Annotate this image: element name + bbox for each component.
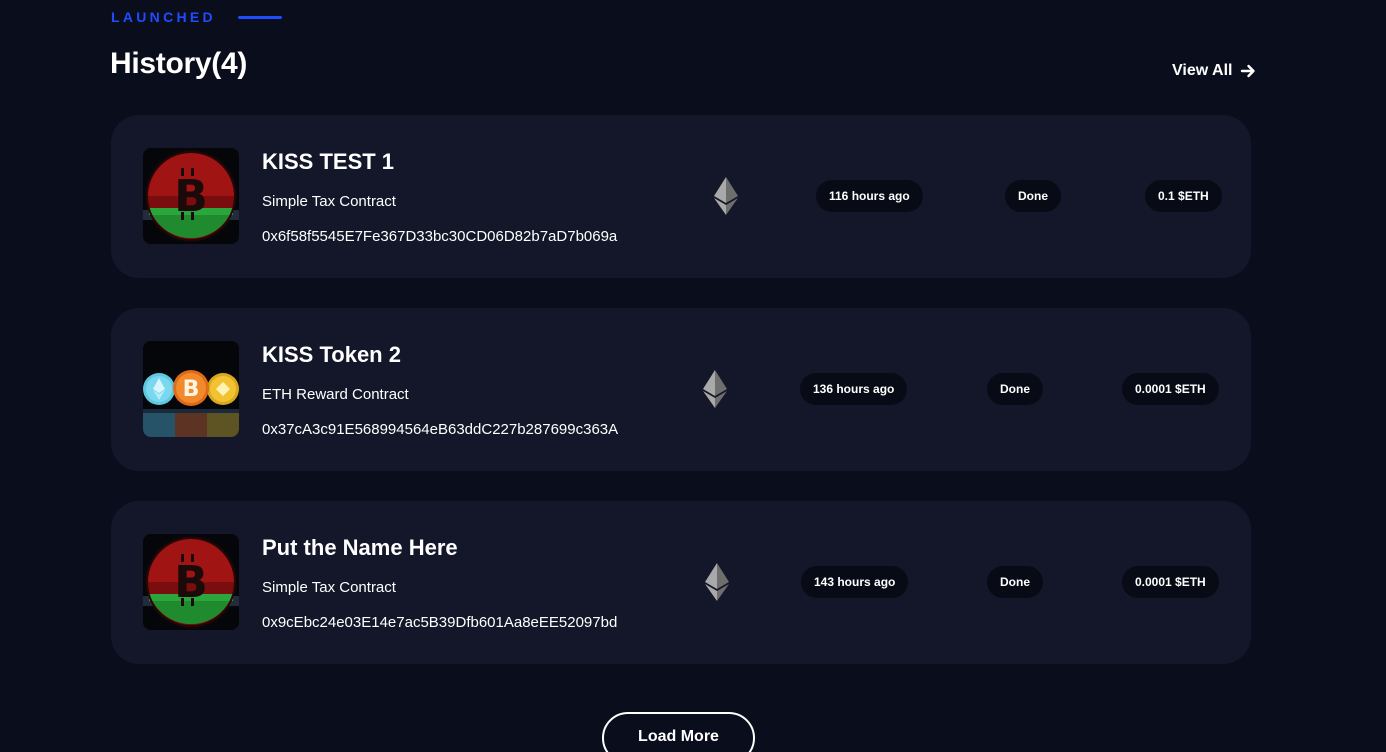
bitcoin-coin-image: B (143, 534, 239, 630)
token-name: KISS TEST 1 (262, 149, 395, 174)
time-ago-badge: 136 hours ago (800, 373, 908, 405)
status-badge: Done (987, 373, 1043, 405)
token-image: B (143, 341, 239, 437)
token-name: KISS Token 2 (262, 342, 401, 367)
arrow-right-icon (1241, 64, 1256, 78)
contract-address[interactable]: 0x9cEbc24e03E14e7ac5B39Dfb601Aa8eEE52097… (262, 614, 617, 631)
fee-badge: 0.1 $ETH (1145, 180, 1222, 212)
launched-history-page: LAUNCHED History(4) View All B KISS TEST… (0, 0, 1386, 752)
section-eyebrow: LAUNCHED (111, 9, 282, 25)
page-title: History(4) (110, 47, 248, 80)
status-badge: Done (1005, 180, 1061, 212)
token-name: Put the Name Here (262, 535, 458, 560)
time-ago-badge: 116 hours ago (816, 180, 923, 212)
fee-badge: 0.0001 $ETH (1122, 373, 1219, 405)
ethereum-icon (705, 563, 729, 601)
contract-type: Simple Tax Contract (262, 579, 396, 596)
svg-text:B: B (183, 377, 200, 402)
bitcoin-coin-image: B (143, 148, 239, 244)
crypto-coins-image: B (143, 341, 239, 437)
token-image: B (143, 148, 239, 244)
contract-type: ETH Reward Contract (262, 386, 409, 403)
contract-address[interactable]: 0x37cA3c91E568994564eB63ddC227b287699c36… (262, 421, 618, 438)
token-card[interactable]: B KISS Token 2 ETH Reward Contract 0x37c… (111, 308, 1251, 471)
eyebrow-label: LAUNCHED (111, 9, 216, 25)
view-all-label: View All (1172, 62, 1233, 79)
load-more-button[interactable]: Load More (602, 712, 755, 752)
eyebrow-divider (237, 15, 282, 19)
time-ago-badge: 143 hours ago (801, 566, 909, 598)
fee-badge: 0.0001 $ETH (1122, 566, 1219, 598)
status-badge: Done (987, 566, 1043, 598)
contract-type: Simple Tax Contract (262, 193, 396, 210)
token-card[interactable]: B Put the Name Here Simple Tax Contract … (111, 501, 1251, 664)
token-image: B (143, 534, 239, 630)
ethereum-icon (703, 370, 727, 408)
ethereum-icon (714, 177, 738, 215)
view-all-link[interactable]: View All (1172, 62, 1256, 80)
contract-address[interactable]: 0x6f58f5545E7Fe367D33bc30CD06D82b7aD7b06… (262, 228, 617, 245)
token-card[interactable]: B KISS TEST 1 Simple Tax Contract 0x6f58… (111, 115, 1251, 278)
